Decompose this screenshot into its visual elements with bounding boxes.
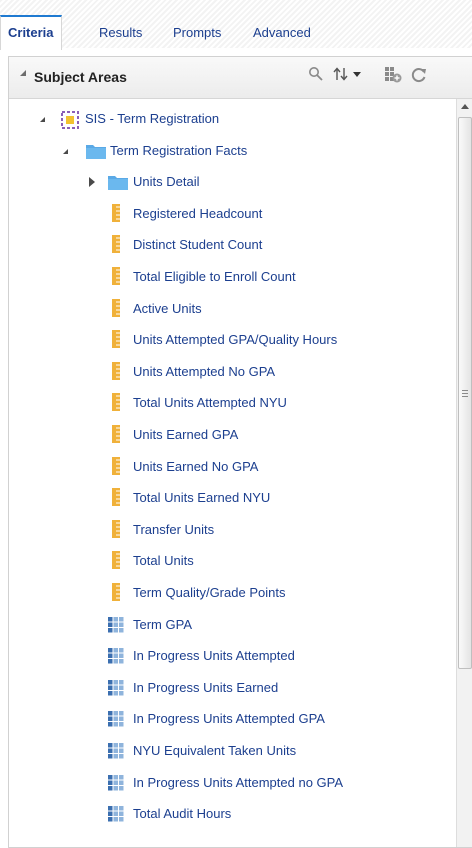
tree-item-measure[interactable]: Units Earned No GPA (9, 455, 449, 479)
tree-item-calculated-column[interactable]: NYU Equivalent Taken Units (9, 739, 449, 763)
measure-column-icon (112, 203, 120, 230)
measure-column-icon (112, 519, 120, 546)
collapse-panel-icon[interactable] (20, 70, 26, 76)
tree-item-measure[interactable]: Total Units Attempted NYU (9, 391, 449, 415)
calculated-column-icon (108, 774, 124, 799)
tree-item-label: Total Eligible to Enroll Count (133, 269, 296, 284)
tree-item-label: NYU Equivalent Taken Units (133, 743, 297, 758)
grip-line (462, 396, 468, 397)
tree-item-label: Units Attempted No GPA (133, 363, 276, 379)
panel-header: Subject Areas (9, 57, 472, 99)
subject-area-icon (61, 111, 79, 137)
tree-item-label: Units Earned No GPA (133, 458, 259, 474)
tree-item-label: Term Quality/Grade Points (133, 585, 286, 600)
calculated-column-icon (108, 711, 124, 735)
tree-item-folder[interactable]: Term Registration Facts (9, 139, 449, 163)
tree-item-measure[interactable]: Units Earned GPA (9, 423, 449, 447)
measure-column-icon (112, 456, 120, 483)
tree-item-measure[interactable]: Units Attempted GPA/Quality Hours (9, 328, 449, 352)
panel-title: Subject Areas (34, 69, 127, 85)
calculated-column-icon (108, 679, 124, 704)
tree-item-label: SIS - Term Registration (85, 111, 220, 126)
calculated-column-icon (108, 648, 124, 672)
measure-column-icon (112, 267, 120, 293)
tree-item-measure[interactable]: Registered Headcount (9, 202, 449, 226)
tab-advanced[interactable]: Advanced (246, 17, 318, 48)
vertical-scrollbar[interactable] (456, 99, 472, 847)
add-subject-area-icon[interactable] (383, 66, 403, 86)
tree-item-folder[interactable]: Units Detail (9, 170, 449, 194)
subject-area-tree: SIS - Term Registration Term Registration… (9, 99, 455, 847)
refresh-icon[interactable] (409, 66, 429, 86)
measure-column-icon (112, 298, 120, 325)
measure-column-icon (112, 551, 120, 577)
tree-item-label: Registered Headcount (133, 205, 263, 221)
expand-arrow-icon[interactable] (40, 117, 45, 122)
tree-item-calculated-column[interactable]: In Progress Units Attempted GPA (9, 707, 449, 731)
tree-item-measure[interactable]: Distinct Student Count (9, 233, 449, 257)
tree-item-calculated-column[interactable]: In Progress Units Attempted no GPA (9, 771, 449, 795)
tab-criteria[interactable]: Criteria (0, 15, 62, 50)
collapsed-arrow-icon[interactable] (89, 177, 95, 188)
tree-item-measure[interactable]: Total Units (9, 549, 449, 573)
expand-arrow-icon[interactable] (63, 148, 68, 154)
tree-item-label: Total Units (133, 553, 194, 569)
tree-item-label: Total Units Attempted NYU (133, 395, 287, 411)
tree-item-measure[interactable]: Active Units (9, 297, 449, 321)
tree-item-measure[interactable]: Transfer Units (9, 518, 449, 542)
tree-item-measure[interactable]: Total Eligible to Enroll Count (9, 265, 449, 289)
tree-item-measure[interactable]: Total Units Earned NYU (9, 486, 449, 510)
measure-column-icon (112, 235, 120, 261)
scroll-thumb[interactable] (458, 117, 472, 669)
measure-column-icon (112, 393, 120, 419)
tree-item-calculated-column[interactable]: Total Audit Hours (9, 802, 449, 826)
tree-item-label: Transfer Units (133, 521, 215, 537)
tree-item-label: Units Attempted GPA/Quality Hours (133, 332, 338, 348)
measure-column-icon (112, 488, 120, 514)
measure-column-icon (112, 425, 120, 451)
tree-item-label: In Progress Units Earned (133, 679, 279, 695)
tree-item-label: Term GPA (133, 616, 192, 632)
measure-column-icon (112, 330, 120, 356)
measure-column-icon (112, 361, 120, 388)
tab-bar: Criteria Results Prompts Advanced (0, 0, 472, 50)
grip-line (462, 390, 468, 391)
folder-icon (86, 143, 106, 167)
tree-item-label: Term Registration Facts (110, 142, 248, 158)
subject-areas-panel: Subject Areas SIS - Term Registration Te… (8, 56, 472, 848)
tree-item-label: Total Audit Hours (133, 806, 232, 822)
measure-column-icon (112, 583, 120, 609)
calculated-column-icon (108, 743, 124, 767)
tree-item-measure[interactable]: Term Quality/Grade Points (9, 581, 449, 605)
sort-icon[interactable] (332, 66, 366, 86)
folder-icon (108, 174, 128, 198)
tree-item-calculated-column[interactable]: In Progress Units Earned (9, 676, 449, 700)
tree-item-calculated-column[interactable]: In Progress Units Attempted (9, 644, 449, 668)
tab-prompts[interactable]: Prompts (166, 17, 228, 48)
tree-item-label: In Progress Units Attempted GPA (133, 711, 325, 727)
tree-item-label: In Progress Units Attempted (133, 648, 295, 664)
tree-item-label: Total Units Earned NYU (133, 490, 271, 506)
grip-line (462, 393, 468, 394)
tree-item-measure[interactable]: Units Attempted No GPA (9, 360, 449, 384)
search-icon[interactable] (306, 66, 326, 86)
tree-item-label: Units Detail (133, 174, 200, 190)
tab-results[interactable]: Results (92, 17, 149, 48)
tree-item-label: Units Earned GPA (133, 427, 239, 442)
tree-item-calculated-column[interactable]: Term GPA (9, 613, 449, 637)
tree-item-subject-area[interactable]: SIS - Term Registration (9, 107, 449, 131)
calculated-column-icon (108, 806, 124, 830)
calculated-column-icon (108, 616, 124, 641)
tree-item-label: Active Units (133, 300, 202, 316)
tree-item-label: Distinct Student Count (133, 237, 263, 253)
scroll-up-arrow-icon[interactable] (461, 104, 469, 109)
tree-item-label: In Progress Units Attempted no GPA (133, 774, 344, 790)
